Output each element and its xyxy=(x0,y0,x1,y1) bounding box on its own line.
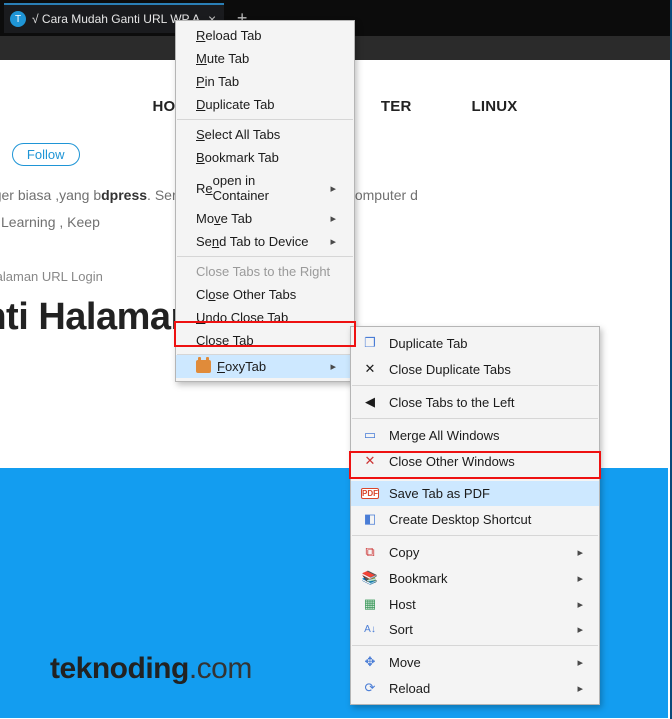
brand-logo: teknoding.com xyxy=(50,652,252,686)
chevron-right-icon: ▸ xyxy=(577,656,583,669)
tab-favicon-icon: T xyxy=(10,11,26,27)
menu-reopen-container[interactable]: Reopen in Container▸ xyxy=(176,169,354,207)
menu-close-tabs-right: Close Tabs to the Right xyxy=(176,260,354,283)
foxytab-icon xyxy=(196,360,211,373)
shortcut-icon: ◧ xyxy=(361,511,379,527)
sub-move[interactable]: ✥Move▸ xyxy=(351,649,599,675)
sub-reload[interactable]: ⟳Reload▸ xyxy=(351,675,599,701)
sub-close-other-windows[interactable]: ✕Close Other Windows xyxy=(351,448,599,474)
arrow-left-icon: ◀ xyxy=(361,394,379,410)
menu-separator xyxy=(352,385,598,386)
sub-close-duplicate-tabs[interactable]: ✕Close Duplicate Tabs xyxy=(351,356,599,382)
menu-send-tab[interactable]: Send Tab to Device▸ xyxy=(176,230,354,253)
menu-separator xyxy=(352,535,598,536)
sub-duplicate-tab[interactable]: ❐Duplicate Tab xyxy=(351,330,599,356)
chevron-right-icon: ▸ xyxy=(330,235,336,248)
menu-duplicate-tab[interactable]: Duplicate Tab xyxy=(176,93,354,116)
chevron-right-icon: ▸ xyxy=(577,546,583,559)
menu-separator xyxy=(352,645,598,646)
menu-undo-close-tab[interactable]: Undo Close Tab xyxy=(176,306,354,329)
sub-host[interactable]: ▦Host▸ xyxy=(351,591,599,617)
bookmark-icon: 📚 xyxy=(361,570,379,586)
menu-mute-tab[interactable]: Mute Tab xyxy=(176,47,354,70)
menu-separator xyxy=(177,119,353,120)
pdf-icon: PDF xyxy=(361,488,379,499)
menu-separator xyxy=(177,256,353,257)
sub-bookmark[interactable]: 📚Bookmark▸ xyxy=(351,565,599,591)
menu-move-tab[interactable]: Move Tab▸ xyxy=(176,207,354,230)
chevron-right-icon: ▸ xyxy=(577,682,583,695)
close-icon: ✕ xyxy=(361,453,379,469)
chevron-right-icon: ▸ xyxy=(577,598,583,611)
move-icon: ✥ xyxy=(361,654,379,670)
sub-create-shortcut[interactable]: ◧Create Desktop Shortcut xyxy=(351,506,599,532)
chevron-right-icon: ▸ xyxy=(577,572,583,585)
reload-icon: ⟳ xyxy=(361,680,379,696)
nav-linux[interactable]: LINUX xyxy=(472,98,518,115)
tab-context-menu: Reload Tab Mute Tab Pin Tab Duplicate Ta… xyxy=(175,20,355,382)
nav-item[interactable]: TER xyxy=(381,98,412,115)
menu-close-other-tabs[interactable]: Close Other Tabs xyxy=(176,283,354,306)
duplicate-icon: ❐ xyxy=(361,335,379,351)
host-icon: ▦ xyxy=(361,596,379,612)
chevron-right-icon: ▸ xyxy=(330,360,336,373)
menu-foxytab[interactable]: FoxyTab▸ xyxy=(176,355,354,378)
menu-separator xyxy=(352,418,598,419)
menu-bookmark-tab[interactable]: Bookmark Tab xyxy=(176,146,354,169)
menu-close-tab[interactable]: Close Tab xyxy=(176,329,354,352)
foxytab-submenu: ❐Duplicate Tab ✕Close Duplicate Tabs ◀Cl… xyxy=(350,326,600,705)
menu-separator xyxy=(352,477,598,478)
sub-close-tabs-left[interactable]: ◀Close Tabs to the Left xyxy=(351,389,599,415)
follow-button[interactable]: Follow xyxy=(12,143,80,166)
window-icon: ▭ xyxy=(361,427,379,443)
chevron-right-icon: ▸ xyxy=(330,182,336,195)
menu-pin-tab[interactable]: Pin Tab xyxy=(176,70,354,93)
sub-copy[interactable]: ⧉Copy▸ xyxy=(351,539,599,565)
sub-save-pdf[interactable]: PDFSave Tab as PDF xyxy=(351,481,599,506)
close-icon: ✕ xyxy=(361,361,379,377)
copy-icon: ⧉ xyxy=(361,544,379,560)
sort-icon: A↓ xyxy=(361,624,379,635)
sub-sort[interactable]: A↓Sort▸ xyxy=(351,617,599,642)
chevron-right-icon: ▸ xyxy=(330,212,336,225)
menu-reload-tab[interactable]: Reload Tab xyxy=(176,24,354,47)
sub-merge-windows[interactable]: ▭Merge All Windows xyxy=(351,422,599,448)
menu-select-all-tabs[interactable]: Select All Tabs xyxy=(176,123,354,146)
chevron-right-icon: ▸ xyxy=(577,623,583,636)
